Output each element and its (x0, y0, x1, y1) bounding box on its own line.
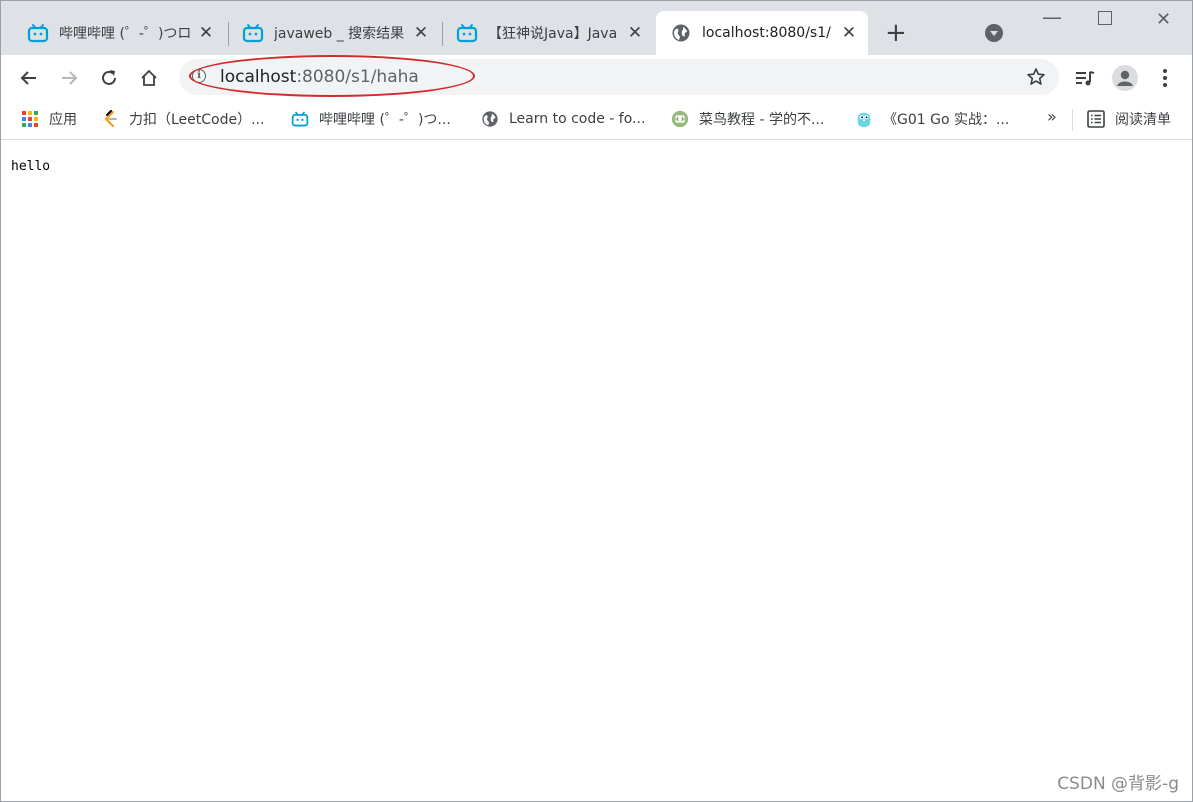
bookmark-label: 菜鸟教程 - 学的不... (699, 112, 825, 128)
profile-avatar-icon[interactable] (1112, 65, 1138, 91)
reading-list-icon (1087, 110, 1105, 128)
tab-localhost-active[interactable]: localhost:8080/s1/ ✕ (656, 11, 868, 55)
address-bar[interactable]: i localhost:8080/s1/haha (179, 59, 1059, 95)
reload-icon[interactable] (96, 65, 122, 91)
bookmark-label: 应用 (49, 112, 77, 128)
close-icon[interactable]: ✕ (626, 23, 644, 43)
globe-icon (481, 110, 499, 128)
bookmarks-overflow-button[interactable]: » (1047, 107, 1057, 126)
maximize-icon[interactable] (1098, 11, 1112, 25)
back-arrow-icon[interactable] (16, 65, 42, 91)
bookmarks-divider (1072, 109, 1073, 131)
tab-strip: 哔哩哔哩 (゜-゜)つロ ✕ javaweb _ 搜索结果 ✕ 【狂神说Java… (1, 1, 1192, 55)
close-icon[interactable]: ✕ (412, 23, 430, 43)
tab-bilibili-home[interactable]: 哔哩哔哩 (゜-゜)つロ ✕ (13, 11, 225, 55)
tab-javaweb-search[interactable]: javaweb _ 搜索结果 ✕ (228, 11, 440, 55)
window-close-icon[interactable]: ✕ (1156, 9, 1171, 30)
page-viewport: hello (1, 140, 1192, 801)
bookmark-label: Learn to code - fo... (509, 111, 646, 127)
media-controls-icon[interactable] (1072, 65, 1098, 91)
tab-title: javaweb _ 搜索结果 (274, 26, 405, 42)
tab-search-dropdown-icon[interactable] (985, 24, 1003, 42)
menu-kebab-icon[interactable] (1152, 65, 1178, 91)
apps-grid-icon (21, 110, 39, 128)
bookmark-star-icon[interactable] (1023, 64, 1049, 90)
bookmark-runoob[interactable]: 菜鸟教程 - 学的不... (671, 108, 824, 130)
csdn-watermark: CSDN @背影-g (1057, 774, 1179, 794)
close-icon[interactable]: ✕ (840, 23, 858, 43)
browser-toolbar: i localhost:8080/s1/haha (1, 55, 1192, 101)
runoob-icon (671, 110, 689, 128)
bookmark-go-practice[interactable]: 《G01 Go 实战：... (855, 108, 1009, 130)
page-body-text: hello (11, 159, 51, 174)
globe-icon (670, 22, 692, 44)
bookmark-bilibili[interactable]: 哔哩哔哩 (゜-゜)つ... (291, 108, 451, 130)
site-info-icon[interactable]: i (192, 69, 206, 83)
tab-title: 哔哩哔哩 (゜-゜)つロ (59, 26, 191, 42)
browser-window: 哔哩哔哩 (゜-゜)つロ ✕ javaweb _ 搜索结果 ✕ 【狂神说Java… (0, 0, 1193, 802)
bookmark-apps[interactable]: 应用 (21, 108, 77, 130)
reading-list-label: 阅读清单 (1115, 112, 1171, 128)
forward-arrow-icon[interactable] (56, 65, 82, 91)
bookmark-learn-to-code[interactable]: Learn to code - fo... (481, 108, 645, 130)
bookmark-label: 力扣（LeetCode）... (129, 112, 265, 128)
bilibili-icon (456, 22, 478, 44)
bilibili-icon (27, 22, 49, 44)
gopher-icon (855, 110, 873, 128)
bookmark-leetcode[interactable]: 力扣（LeetCode）... (101, 108, 264, 130)
tab-title: 【狂神说Java】Java (488, 26, 618, 42)
leetcode-icon (101, 110, 119, 128)
url-text[interactable]: localhost:8080/s1/haha (220, 67, 419, 87)
minimize-icon[interactable]: — (1042, 5, 1062, 29)
bilibili-icon (242, 22, 264, 44)
reading-list-button[interactable]: 阅读清单 (1087, 108, 1171, 130)
new-tab-plus-icon[interactable]: + (885, 20, 907, 46)
home-icon[interactable] (136, 65, 162, 91)
bookmarks-bar: 应用 力扣（LeetCode）... 哔哩哔哩 (゜-゜)つ... Learn … (1, 101, 1192, 140)
bookmark-label: 哔哩哔哩 (゜-゜)つ... (319, 112, 451, 128)
url-host: localhost (220, 67, 297, 87)
tab-title: localhost:8080/s1/ (702, 25, 831, 41)
bookmark-label: 《G01 Go 实战：... (883, 112, 1010, 128)
close-icon[interactable]: ✕ (197, 23, 215, 43)
tab-kuangshen-java[interactable]: 【狂神说Java】Java ✕ (442, 11, 654, 55)
url-path: :8080/s1/haha (296, 67, 419, 87)
bilibili-icon (291, 110, 309, 128)
